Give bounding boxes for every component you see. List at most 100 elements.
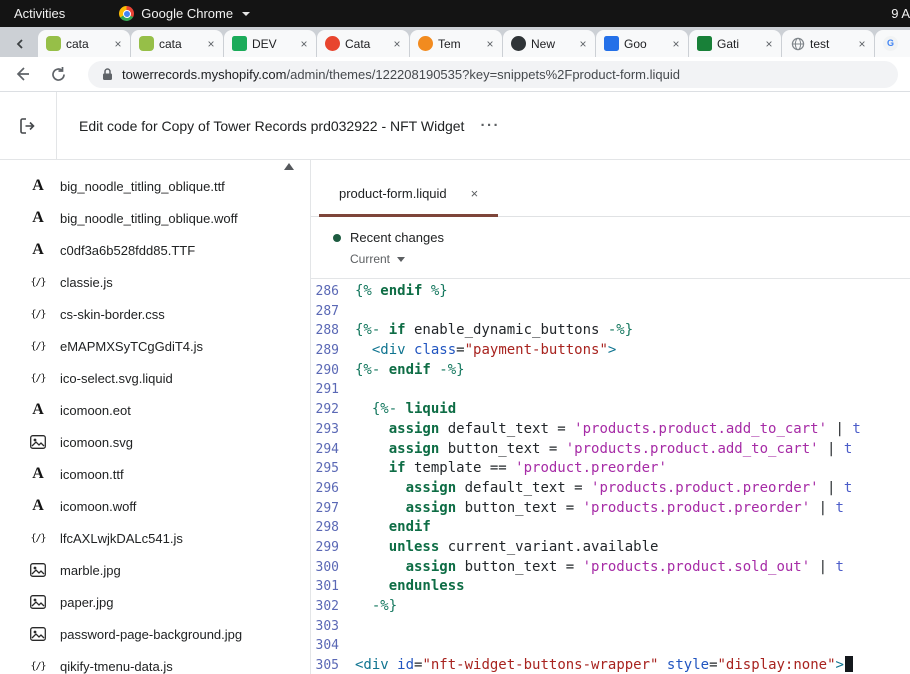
line-number: 289: [311, 341, 350, 361]
reload-icon[interactable]: [48, 64, 68, 84]
clock-status[interactable]: 9 A: [885, 6, 910, 21]
editor-content: Abig_noodle_titling_oblique.ttfAbig_nood…: [0, 160, 910, 674]
code-text: {%- if enable_dynamic_buttons -%}: [350, 321, 633, 341]
catalog-icon: [325, 36, 340, 51]
scroll-up-icon[interactable]: [284, 163, 294, 170]
file-name: qikify-tmenu-data.js: [60, 659, 173, 674]
new-tab-icon: [511, 36, 526, 51]
active-app-menu[interactable]: Google Chrome: [119, 6, 250, 21]
close-icon[interactable]: ×: [855, 37, 869, 51]
file-item[interactable]: Aicomoon.woff: [0, 490, 310, 522]
version-history-block: Recent changes Current: [311, 217, 910, 278]
file-name: ico-select.svg.liquid: [60, 371, 173, 386]
asset-file-sidebar: Abig_noodle_titling_oblique.ttfAbig_nood…: [0, 160, 310, 674]
line-number: 300: [311, 558, 350, 578]
file-item[interactable]: marble.jpg: [0, 554, 310, 586]
browser-tab[interactable]: cata×: [38, 30, 130, 57]
browser-tab[interactable]: DEV×: [224, 30, 316, 57]
code-line: 304: [311, 636, 910, 656]
close-icon[interactable]: ×: [669, 37, 683, 51]
back-icon[interactable]: [12, 64, 32, 84]
file-item[interactable]: Abig_noodle_titling_oblique.woff: [0, 202, 310, 234]
close-icon[interactable]: ×: [297, 37, 311, 51]
file-item[interactable]: Aicomoon.eot: [0, 394, 310, 426]
file-name: paper.jpg: [60, 595, 114, 610]
close-icon[interactable]: ×: [483, 37, 497, 51]
file-name: icomoon.woff: [60, 499, 136, 514]
page-title: Edit code for Copy of Tower Records prd0…: [79, 118, 464, 134]
code-file-icon: {/}: [28, 533, 48, 544]
code-file-icon: {/}: [28, 373, 48, 384]
browser-tab[interactable]: test ×: [782, 30, 874, 57]
browser-tab[interactable]: Goo×: [596, 30, 688, 57]
file-item[interactable]: icomoon.svg: [0, 426, 310, 458]
code-text: [350, 617, 355, 637]
shopify-editor-header: Edit code for Copy of Tower Records prd0…: [0, 92, 910, 160]
close-icon[interactable]: ×: [204, 37, 218, 51]
file-name: c0df3a6b528fdd85.TTF: [60, 243, 195, 258]
file-item[interactable]: {/}classie.js: [0, 266, 310, 298]
code-text: if template == 'product.preorder': [350, 459, 667, 479]
font-file-icon: A: [28, 241, 48, 259]
code-file-icon: {/}: [28, 341, 48, 352]
url-domain: towerrecords.myshopify.com: [122, 67, 286, 82]
code-line: 293 assign default_text = 'products.prod…: [311, 420, 910, 440]
file-item[interactable]: Abig_noodle_titling_oblique.ttf: [0, 170, 310, 202]
code-line: 291: [311, 380, 910, 400]
code-line: 289 <div class="payment-buttons">: [311, 341, 910, 361]
file-item[interactable]: {/}cs-skin-border.css: [0, 298, 310, 330]
font-file-icon: A: [28, 209, 48, 227]
code-editor-textarea[interactable]: 286{% endif %}287288{%- if enable_dynami…: [311, 278, 910, 674]
close-icon[interactable]: ×: [390, 37, 404, 51]
recent-changes-label: Recent changes: [350, 230, 444, 245]
chrome-logo-icon: [119, 6, 134, 21]
file-item[interactable]: paper.jpg: [0, 586, 310, 618]
file-item[interactable]: {/} ico-select.svg.liquid: [0, 362, 310, 394]
file-item[interactable]: {/}lfcAXLwjkDALc541.js: [0, 522, 310, 554]
activities-button[interactable]: Activities: [0, 0, 79, 27]
tab-scroll-left-icon[interactable]: [2, 30, 38, 57]
url-bar[interactable]: towerrecords.myshopify.com/admin/themes/…: [88, 61, 898, 88]
code-line: 297 assign button_text = 'products.produ…: [311, 499, 910, 519]
code-line: 296 assign default_text = 'products.prod…: [311, 479, 910, 499]
close-icon[interactable]: ×: [111, 37, 125, 51]
code-text: endif: [350, 518, 431, 538]
close-icon[interactable]: ×: [576, 37, 590, 51]
text-cursor: [845, 656, 853, 672]
close-icon[interactable]: ×: [471, 186, 479, 201]
browser-tab[interactable]: Cata×: [317, 30, 409, 57]
file-item[interactable]: password-page-background.jpg: [0, 618, 310, 650]
url-path: /admin/themes/122208190535?key=snippets%…: [286, 67, 680, 82]
browser-tab[interactable]: New×: [503, 30, 595, 57]
file-item[interactable]: {/}eMAPMXSyTCgGdiT4.js: [0, 330, 310, 362]
line-number: 298: [311, 518, 350, 538]
more-actions-button[interactable]: ···: [480, 117, 500, 134]
google-icon: G: [883, 36, 898, 51]
browser-tab[interactable]: G×: [875, 30, 910, 57]
file-name: password-page-background.jpg: [60, 627, 242, 642]
line-number: 305: [311, 656, 350, 674]
code-line: 292 {%- liquid: [311, 400, 910, 420]
chrome-tab-strip-tabs: cata×cata×DEV×Cata×Tem×New×Goo×Gati×test…: [38, 30, 910, 57]
version-selector-label: Current: [350, 252, 390, 266]
version-selector[interactable]: Current: [350, 252, 910, 266]
file-item[interactable]: {/} qikify-tmenu-data.js: [0, 650, 310, 674]
close-icon[interactable]: ×: [762, 37, 776, 51]
code-file-icon: {/}: [28, 661, 48, 672]
line-number: 291: [311, 380, 350, 400]
browser-tab[interactable]: Tem×: [410, 30, 502, 57]
editor-tab-bar: product-form.liquid ×: [311, 173, 910, 217]
file-item[interactable]: Ac0df3a6b528fdd85.TTF: [0, 234, 310, 266]
line-number: 292: [311, 400, 350, 420]
browser-tab-label: test: [810, 37, 850, 51]
image-file-icon: [28, 595, 48, 609]
browser-tab[interactable]: Gati×: [689, 30, 781, 57]
browser-tab[interactable]: cata×: [131, 30, 223, 57]
code-line: 301 endunless: [311, 577, 910, 597]
editor-tab-product-form[interactable]: product-form.liquid ×: [319, 173, 498, 217]
code-line: 303: [311, 617, 910, 637]
code-line: 287: [311, 302, 910, 322]
exit-code-editor-button[interactable]: [0, 92, 57, 159]
google-ads-icon: [604, 36, 619, 51]
file-item[interactable]: Aicomoon.ttf: [0, 458, 310, 490]
